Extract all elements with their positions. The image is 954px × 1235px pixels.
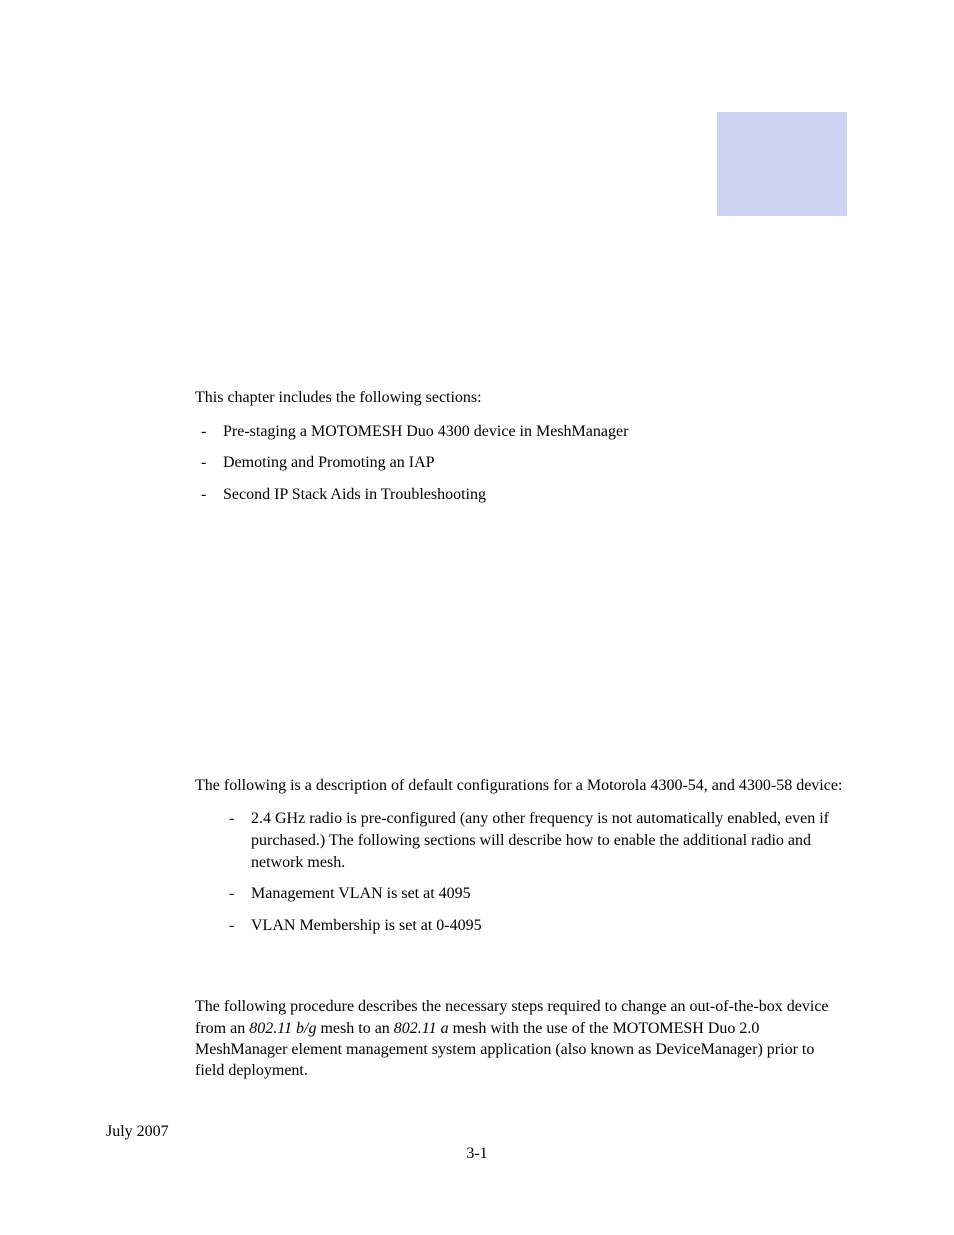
- chapter-sections-list: Pre-staging a MOTOMESH Duo 4300 device i…: [195, 421, 845, 506]
- chapter-intro-text: This chapter includes the following sect…: [195, 387, 845, 409]
- footer-date: July 2007: [106, 1123, 169, 1141]
- default-config-section: The following is a description of defaul…: [195, 775, 845, 936]
- header-decorative-box: [717, 112, 847, 216]
- list-item-text: Pre-staging a MOTOMESH Duo 4300 device i…: [223, 423, 628, 440]
- list-item: Second IP Stack Aids in Troubleshooting: [195, 484, 845, 506]
- page-root: This chapter includes the following sect…: [0, 0, 954, 1235]
- default-config-intro: The following is a description of defaul…: [195, 775, 845, 796]
- procedure-text-italic2: 802.11 a: [394, 1020, 449, 1037]
- procedure-paragraph: The following procedure describes the ne…: [195, 996, 845, 1080]
- list-item-text: VLAN Membership is set at 0-4095: [251, 917, 482, 934]
- list-item: Demoting and Promoting an IAP: [195, 452, 845, 474]
- list-item: Pre-staging a MOTOMESH Duo 4300 device i…: [195, 421, 845, 443]
- list-item: Management VLAN is set at 4095: [223, 883, 845, 905]
- list-item: VLAN Membership is set at 0-4095: [223, 915, 845, 937]
- list-item: 2.4 GHz radio is pre-configured (any oth…: [223, 808, 845, 873]
- list-item-text: Demoting and Promoting an IAP: [223, 454, 435, 471]
- procedure-section: The following procedure describes the ne…: [195, 996, 845, 1080]
- body-content: This chapter includes the following sect…: [195, 387, 845, 1081]
- list-item-text: Management VLAN is set at 4095: [251, 885, 471, 902]
- footer-page-number: 3-1: [0, 1145, 954, 1163]
- list-item-text: 2.4 GHz radio is pre-configured (any oth…: [251, 810, 829, 870]
- procedure-text-mid1: mesh to an: [316, 1020, 393, 1037]
- list-item-text: Second IP Stack Aids in Troubleshooting: [223, 486, 486, 503]
- default-config-list: 2.4 GHz radio is pre-configured (any oth…: [223, 808, 845, 936]
- procedure-text-italic1: 802.11 b/g: [249, 1020, 316, 1037]
